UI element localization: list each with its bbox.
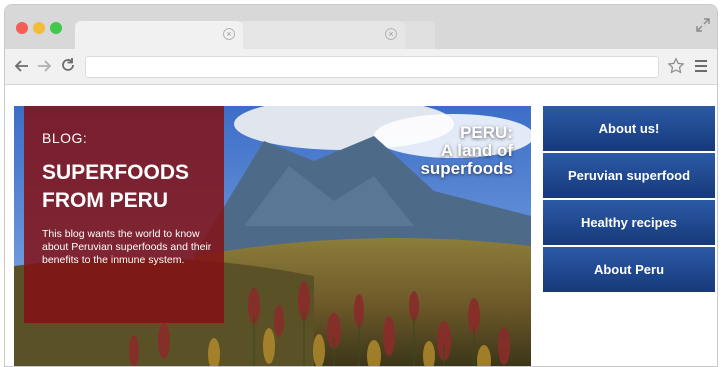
nav-peruvian-superfood-button[interactable]: Peruvian superfood (543, 153, 715, 198)
browser-window: × × BLOG: SUPERFOODS FROM PERU This blog… (4, 4, 718, 367)
blog-intro-panel: BLOG: SUPERFOODS FROM PERU This blog wan… (24, 106, 224, 323)
maximize-window-icon[interactable] (50, 22, 62, 34)
blog-kicker: BLOG: (42, 130, 88, 146)
side-navigation: About us! Peruvian superfood Healthy rec… (543, 106, 715, 294)
hero-caption-line-1: PERU: (460, 123, 513, 142)
minimize-window-icon[interactable] (33, 22, 45, 34)
menu-icon[interactable] (693, 58, 709, 74)
hero-caption: PERU: A land of superfoods (420, 124, 513, 178)
tab-1[interactable]: × (75, 21, 243, 49)
hero-caption-line-3: superfoods (420, 159, 513, 178)
expand-icon[interactable] (695, 17, 711, 33)
tab-close-icon[interactable]: × (223, 28, 235, 40)
browser-toolbar (5, 49, 717, 85)
close-window-icon[interactable] (16, 22, 28, 34)
nav-about-peru-button[interactable]: About Peru (543, 247, 715, 292)
title-bar: × × (5, 5, 717, 49)
tab-close-icon[interactable]: × (385, 28, 397, 40)
blog-title: SUPERFOODS FROM PERU (42, 161, 190, 212)
hero-caption-line-2: A land of (440, 141, 513, 160)
star-icon[interactable] (667, 57, 685, 75)
nav-healthy-recipes-button[interactable]: Healthy recipes (543, 200, 715, 245)
tab-2[interactable]: × (237, 21, 405, 49)
blog-description: This blog wants the world to know about … (42, 228, 212, 266)
forward-arrow-icon[interactable] (35, 57, 53, 75)
back-arrow-icon[interactable] (13, 57, 31, 75)
reload-icon[interactable] (59, 57, 77, 75)
page-content: BLOG: SUPERFOODS FROM PERU This blog wan… (5, 85, 717, 366)
nav-about-us-button[interactable]: About us! (543, 106, 715, 151)
hero-banner: BLOG: SUPERFOODS FROM PERU This blog wan… (14, 106, 531, 366)
address-bar-input[interactable] (85, 56, 659, 78)
